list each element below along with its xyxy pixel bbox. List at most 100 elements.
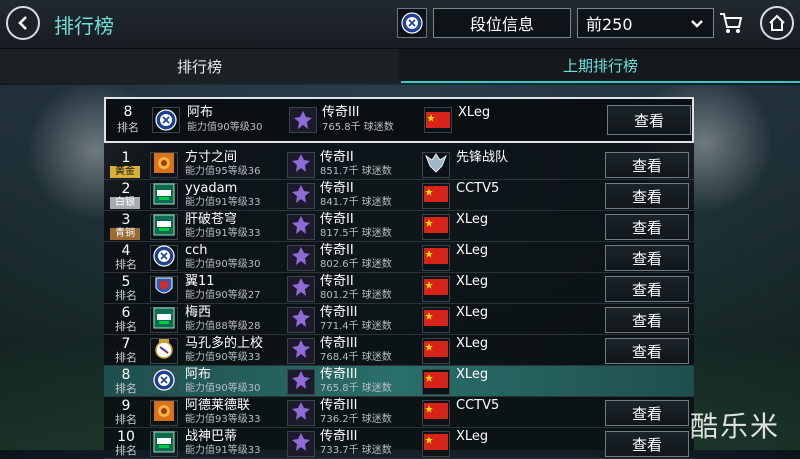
cart-button[interactable] <box>718 10 746 38</box>
rank-label: 排名 <box>115 258 137 271</box>
division-name: 传奇II <box>320 212 354 227</box>
rank-label: 排名 <box>115 289 137 302</box>
leaderboard-row[interactable]: 1 黄金 方寸之间 能力值95等级36 传奇II 851.7千 球迷数 先锋战队… <box>104 149 694 180</box>
fifa-badge-icon <box>153 431 175 457</box>
division-name: 传奇II <box>320 150 354 165</box>
player-avatar <box>150 245 178 271</box>
chevron-left-icon <box>18 16 27 30</box>
fan-count: 801.2千 球迷数 <box>320 290 392 301</box>
leaderboard-row[interactable]: 9 排名 阿德莱德联 能力值93等级33 传奇III 736.2千 球迷数 CC… <box>104 397 694 428</box>
range-select[interactable]: 前250 <box>577 8 714 38</box>
division-icon <box>287 400 315 426</box>
chelsea-badge-icon <box>153 245 175 271</box>
team-flag <box>422 245 450 271</box>
leaderboard-row[interactable]: 7 排名 马孔多的上校 能力值90等级33 传奇III 768.4千 球迷数 X… <box>104 335 694 366</box>
legend-division-icon <box>291 370 311 394</box>
fifa-badge-icon <box>153 183 175 209</box>
blue-red-crest-icon <box>153 276 175 302</box>
view-button[interactable]: 查看 <box>605 276 689 302</box>
chevron-down-icon <box>691 20 703 28</box>
team-flag <box>422 183 450 209</box>
rank-number: 7 <box>121 336 131 352</box>
range-select-value: 前250 <box>586 15 633 34</box>
player-stats: 能力值90等级33 <box>185 352 261 363</box>
view-button[interactable]: 查看 <box>605 338 689 364</box>
rank-number: 5 <box>121 274 131 290</box>
legend-division-icon <box>291 184 311 208</box>
player-stats: 能力值90等级30 <box>187 122 263 133</box>
team-flag <box>422 400 450 426</box>
player-avatar <box>150 214 178 240</box>
team-name: CCTV5 <box>456 398 500 413</box>
player-name: 梅西 <box>185 305 212 320</box>
home-button[interactable] <box>760 6 794 40</box>
tab-last-season-leaderboard[interactable]: 上期排行榜 <box>401 49 800 83</box>
fifa-badge-icon <box>153 214 175 240</box>
rank-label: 排名 <box>115 444 137 457</box>
division-icon <box>287 338 315 364</box>
fifa-badge-icon <box>153 307 175 333</box>
shopping-cart-icon <box>720 13 743 33</box>
rank-number: 4 <box>121 243 131 259</box>
player-stats: 能力值90等级27 <box>185 290 261 301</box>
view-button[interactable]: 查看 <box>605 183 689 209</box>
fan-count: 841.7千 球迷数 <box>320 197 392 208</box>
rank-medal-label: 白银 <box>110 197 140 209</box>
view-button[interactable]: 查看 <box>605 400 689 426</box>
chelsea-badge-icon <box>401 12 423 34</box>
player-stats: 能力值90等级30 <box>185 383 261 394</box>
rank-number: 3 <box>121 212 131 228</box>
orange-emblem-icon <box>153 400 175 426</box>
china-flag-icon <box>424 372 448 392</box>
team-flag <box>424 107 452 133</box>
team-name: XLeg <box>456 243 489 258</box>
player-name: 方寸之间 <box>185 150 238 165</box>
fan-count: 817.5千 球迷数 <box>320 228 392 239</box>
view-button[interactable]: 查看 <box>607 105 691 135</box>
leaderboard-row[interactable]: 6 排名 梅西 能力值88等级28 传奇III 771.4千 球迷数 XLeg … <box>104 304 694 335</box>
china-flag-icon <box>424 310 448 330</box>
leaderboard-row[interactable]: 5 排名 翼11 能力值90等级27 传奇II 801.2千 球迷数 XLeg … <box>104 273 694 304</box>
china-flag-icon <box>426 112 450 128</box>
fan-count: 851.7千 球迷数 <box>320 166 392 177</box>
player-stats: 能力值93等级33 <box>185 414 261 425</box>
my-rank-row: 8 排名 阿布 能力值90等级30 传奇III 765.8千 球迷数 XLeg … <box>104 97 694 143</box>
leaderboard-row[interactable]: 4 排名 cch 能力值90等级30 传奇II 802.6千 球迷数 XLeg … <box>104 242 694 273</box>
legend-division-icon <box>291 277 311 301</box>
leaderboard-row[interactable]: 8 排名 阿布 能力值90等级30 传奇III 765.8千 球迷数 XLeg <box>104 366 694 397</box>
view-button[interactable]: 查看 <box>605 431 689 457</box>
view-button[interactable]: 查看 <box>605 214 689 240</box>
rank-label: 排名 <box>115 382 137 395</box>
division-icon <box>287 245 315 271</box>
leaderboard-row[interactable]: 2 白银 yyadam 能力值91等级33 传奇II 841.7千 球迷数 CC… <box>104 180 694 211</box>
china-flag-icon <box>424 434 448 454</box>
club-badge[interactable] <box>397 8 427 38</box>
back-button[interactable] <box>6 6 40 40</box>
rank-number: 8 <box>121 367 131 383</box>
china-flag-icon <box>424 186 448 206</box>
fan-count: 736.2千 球迷数 <box>320 414 392 425</box>
player-name: 阿德莱德联 <box>185 398 251 413</box>
player-stats: 能力值90等级30 <box>185 259 261 270</box>
team-name: XLeg <box>456 429 489 444</box>
team-flag <box>422 369 450 395</box>
player-stats: 能力值91等级33 <box>185 445 261 456</box>
rank-label: 排名 <box>115 320 137 333</box>
player-avatar <box>150 307 178 333</box>
tab-leaderboard[interactable]: 排行榜 <box>0 49 399 83</box>
leaderboard-row[interactable]: 10 排名 战神巴蒂 能力值91等级33 传奇III 733.7千 球迷数 XL… <box>104 428 694 459</box>
legend-division-icon <box>291 153 311 177</box>
fan-count: 768.4千 球迷数 <box>320 352 392 363</box>
leaderboard-row[interactable]: 3 青铜 肝破苍穹 能力值91等级33 传奇II 817.5千 球迷数 XLeg… <box>104 211 694 242</box>
rank-info-button[interactable]: 段位信息 <box>433 8 571 38</box>
china-flag-icon <box>424 248 448 268</box>
fan-count: 771.4千 球迷数 <box>320 321 392 332</box>
dragon-emblem-icon <box>424 152 448 178</box>
view-button[interactable]: 查看 <box>605 307 689 333</box>
view-button[interactable]: 查看 <box>605 152 689 178</box>
tab-bar: 排行榜 上期排行榜 <box>0 49 800 83</box>
view-button[interactable]: 查看 <box>605 245 689 271</box>
rank-number: 9 <box>121 398 131 414</box>
team-name: XLeg <box>456 212 489 227</box>
division-name: 传奇II <box>320 274 354 289</box>
